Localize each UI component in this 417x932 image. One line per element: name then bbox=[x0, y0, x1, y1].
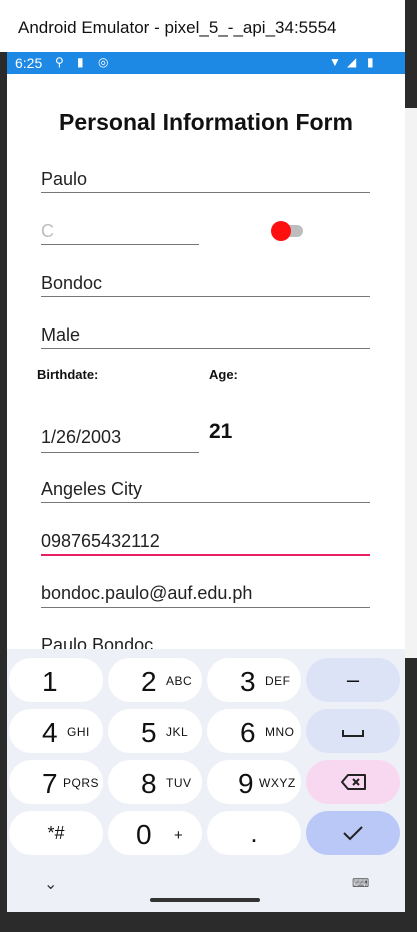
signal-icon: ◢ bbox=[347, 55, 357, 69]
status-bar: 6:25 ⚲ ▮ ◎ ▼ ◢ ▮ bbox=[7, 52, 405, 74]
collapse-keyboard-icon[interactable]: ⌄ bbox=[44, 874, 57, 893]
battery-icon: ▮ bbox=[367, 55, 374, 69]
emulator-window: Android Emulator - pixel_5_-_api_34:5554… bbox=[0, 0, 417, 932]
email-field[interactable]: bondoc.paulo@auf.edu.ph bbox=[41, 583, 370, 608]
key-4[interactable]: 4 GHI bbox=[9, 709, 103, 753]
key-dot[interactable]: . bbox=[207, 811, 301, 855]
age-label: Age: bbox=[209, 367, 238, 382]
backspace-icon bbox=[341, 774, 366, 790]
key-1[interactable]: 1 bbox=[9, 658, 103, 702]
device-screen: 6:25 ⚲ ▮ ◎ ▼ ◢ ▮ Personal Information Fo… bbox=[7, 52, 405, 912]
sd-card-icon: ▮ bbox=[77, 55, 84, 69]
done-key[interactable] bbox=[306, 811, 400, 855]
space-icon bbox=[342, 730, 364, 737]
middle-initial-field[interactable]: C bbox=[41, 221, 199, 245]
birthdate-picker[interactable]: 1/26/2003 bbox=[41, 427, 199, 453]
first-name-field[interactable]: Paulo bbox=[41, 169, 370, 193]
key-3[interactable]: 3 DEF bbox=[207, 658, 301, 702]
key-0[interactable]: 0 + bbox=[108, 811, 202, 855]
key-9[interactable]: 9 WXYZ bbox=[207, 760, 301, 804]
key-7[interactable]: 7 PQRS bbox=[9, 760, 103, 804]
key-star-hash[interactable]: *# bbox=[9, 811, 103, 855]
toggle-switch-thumb[interactable] bbox=[271, 221, 291, 241]
gender-field[interactable]: Male bbox=[41, 325, 370, 349]
right-frame bbox=[405, 48, 417, 932]
left-frame bbox=[0, 52, 7, 912]
key-5[interactable]: 5 JKL bbox=[108, 709, 202, 753]
sync-icon: ◎ bbox=[98, 55, 109, 69]
keyboard-switch-icon[interactable]: ⌨ bbox=[352, 876, 369, 890]
numeric-keyboard: 1 2 ABC 3 DEF – 4 GHI 5 JKL 6 MNO 7 PQRS… bbox=[7, 649, 405, 912]
minus-key[interactable]: – bbox=[306, 658, 400, 702]
last-name-field[interactable]: Bondoc bbox=[41, 273, 370, 297]
key-2[interactable]: 2 ABC bbox=[108, 658, 202, 702]
backspace-key[interactable] bbox=[306, 760, 400, 804]
usb-icon: ⚲ bbox=[55, 55, 64, 69]
check-icon bbox=[343, 826, 363, 841]
key-8[interactable]: 8 TUV bbox=[108, 760, 202, 804]
gesture-handle[interactable] bbox=[150, 898, 260, 902]
birthdate-label: Birthdate: bbox=[37, 367, 99, 382]
status-time: 6:25 bbox=[15, 55, 43, 71]
form-title: Personal Information Form bbox=[59, 109, 353, 135]
window-title: Android Emulator - pixel_5_-_api_34:5554 bbox=[18, 18, 337, 37]
key-6[interactable]: 6 MNO bbox=[207, 709, 301, 753]
address-field[interactable]: Angeles City bbox=[41, 479, 370, 503]
wifi-icon: ▼ bbox=[329, 55, 341, 69]
space-key[interactable] bbox=[306, 709, 400, 753]
age-value: 21 bbox=[209, 420, 233, 443]
window-titlebar: Android Emulator - pixel_5_-_api_34:5554 bbox=[0, 0, 405, 53]
phone-field[interactable]: 098765432112 bbox=[41, 531, 370, 556]
